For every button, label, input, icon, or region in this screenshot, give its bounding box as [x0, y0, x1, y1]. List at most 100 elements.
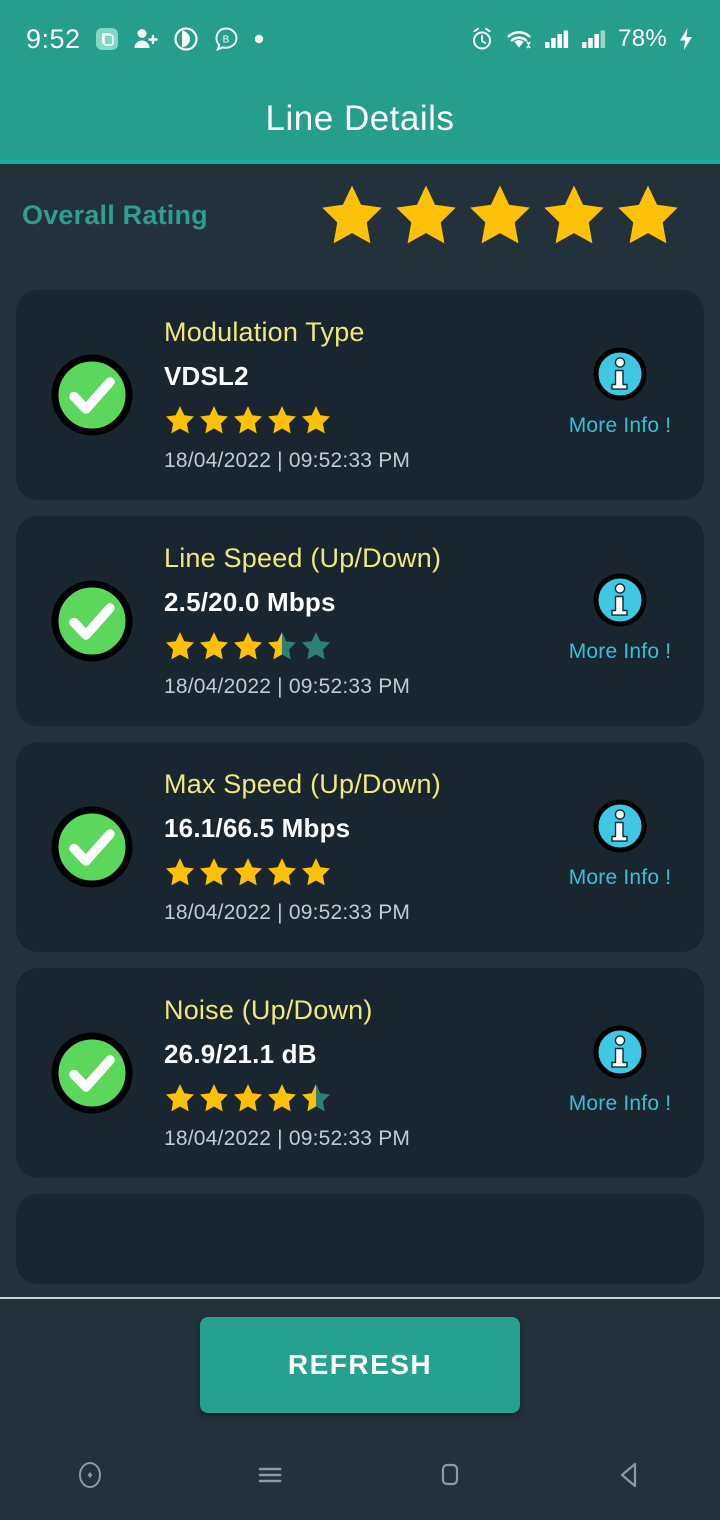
- assistant-icon[interactable]: [0, 1430, 180, 1520]
- bubble-b-icon: B: [213, 26, 239, 52]
- card-container: Modulation Type VDSL2 18/04/2022 | 09:52…: [0, 290, 720, 1284]
- line-details-list[interactable]: Modulation Type VDSL2 18/04/2022 | 09:52…: [0, 264, 720, 1297]
- status-bar-left: 9:52 B: [26, 24, 265, 55]
- card-body: Noise (Up/Down) 26.9/21.1 dB 18/04/2022 …: [150, 995, 554, 1151]
- star-full-icon: [302, 858, 330, 886]
- page-title: Line Details: [265, 99, 455, 138]
- more-info-label: More Info !: [568, 866, 672, 889]
- star-full-icon: [166, 858, 194, 886]
- card-value: VDSL2: [164, 361, 249, 391]
- card-timestamp: 18/04/2022 | 09:52:33 PM: [164, 901, 411, 924]
- wifi-icon: [505, 27, 533, 51]
- status-time: 9:52: [26, 23, 81, 54]
- star-empty-icon: [302, 632, 330, 660]
- star-half-icon: [268, 632, 296, 660]
- app-title-bar: Line Details: [0, 78, 720, 160]
- status-indicator: [34, 354, 150, 436]
- detail-card[interactable]: Max Speed (Up/Down) 16.1/66.5 Mbps 18/04…: [16, 742, 704, 952]
- star-full-icon: [234, 1084, 262, 1112]
- status-bar: 9:52 B 78%: [0, 0, 720, 78]
- card-body: Modulation Type VDSL2 18/04/2022 | 09:52…: [150, 317, 554, 473]
- star-full-icon: [234, 858, 262, 886]
- status-indicator: [34, 580, 150, 662]
- footer-bar: REFRESH: [0, 1299, 720, 1430]
- card-timestamp: 18/04/2022 | 09:52:33 PM: [164, 1127, 411, 1150]
- more-info-label: More Info !: [568, 1092, 672, 1115]
- card-rating-stars: [164, 856, 554, 888]
- overall-rating-label: Overall Rating: [22, 199, 208, 230]
- check-circle-icon: [51, 354, 133, 436]
- status-indicator: [34, 806, 150, 888]
- play-circle-icon: [173, 26, 199, 52]
- check-circle-icon: [51, 580, 133, 662]
- info-icon[interactable]: [592, 798, 648, 854]
- system-navigation-bar: [0, 1430, 720, 1520]
- star-full-icon: [234, 406, 262, 434]
- overall-rating-stars: [318, 181, 682, 249]
- star-full-icon: [234, 632, 262, 660]
- card-value: 16.1/66.5 Mbps: [164, 813, 351, 843]
- star-full-icon: [200, 1084, 228, 1112]
- dot-icon: [253, 33, 265, 45]
- card-title: Modulation Type: [164, 317, 365, 347]
- star-full-icon: [268, 1084, 296, 1112]
- star-full-icon: [166, 632, 194, 660]
- charging-bolt-icon: [678, 27, 694, 51]
- more-info-button[interactable]: More Info !: [554, 1024, 686, 1122]
- info-icon[interactable]: [592, 572, 648, 628]
- info-icon[interactable]: [592, 1024, 648, 1080]
- signal-sim1-icon: [544, 27, 570, 51]
- card-rating-stars: [164, 630, 554, 662]
- star-full-icon: [396, 185, 456, 244]
- info-icon[interactable]: [592, 346, 648, 402]
- card-body: Max Speed (Up/Down) 16.1/66.5 Mbps 18/04…: [150, 769, 554, 925]
- star-full-icon: [268, 406, 296, 434]
- battery-percentage: 78%: [618, 25, 667, 52]
- status-indicator: [34, 1032, 150, 1114]
- detail-card[interactable]: Modulation Type VDSL2 18/04/2022 | 09:52…: [16, 290, 704, 500]
- star-full-icon: [200, 406, 228, 434]
- recents-icon[interactable]: [180, 1430, 360, 1520]
- card-timestamp: 18/04/2022 | 09:52:33 PM: [164, 449, 411, 472]
- app-badge-icon: [95, 27, 119, 51]
- card-rating-stars: [164, 404, 554, 436]
- card-value: 26.9/21.1 dB: [164, 1039, 317, 1069]
- star-full-icon: [166, 1084, 194, 1112]
- star-full-icon: [618, 185, 678, 244]
- more-info-button[interactable]: More Info !: [554, 798, 686, 896]
- detail-card[interactable]: Line Speed (Up/Down) 2.5/20.0 Mbps 18/04…: [16, 516, 704, 726]
- card-title: Max Speed (Up/Down): [164, 769, 441, 799]
- back-icon[interactable]: [540, 1430, 720, 1520]
- signal-sim2-icon: [581, 27, 607, 51]
- home-icon[interactable]: [360, 1430, 540, 1520]
- card-timestamp: 18/04/2022 | 09:52:33 PM: [164, 675, 411, 698]
- card-rating-stars: [164, 1082, 554, 1114]
- alarm-icon: [470, 27, 494, 51]
- check-circle-icon: [51, 806, 133, 888]
- card-value: 2.5/20.0 Mbps: [164, 587, 336, 617]
- star-full-icon: [544, 185, 604, 244]
- more-info-button[interactable]: More Info !: [554, 346, 686, 444]
- more-info-label: More Info !: [568, 640, 672, 663]
- star-half-icon: [302, 1084, 330, 1112]
- star-full-icon: [200, 858, 228, 886]
- card-body: Line Speed (Up/Down) 2.5/20.0 Mbps 18/04…: [150, 543, 554, 699]
- overall-rating-bar: Overall Rating: [0, 164, 720, 267]
- card-title: Noise (Up/Down): [164, 995, 373, 1025]
- star-full-icon: [322, 185, 382, 244]
- check-circle-icon: [51, 1032, 133, 1114]
- star-full-icon: [268, 858, 296, 886]
- star-full-icon: [200, 632, 228, 660]
- star-full-icon: [302, 406, 330, 434]
- star-full-icon: [166, 406, 194, 434]
- detail-card-partial[interactable]: [16, 1194, 704, 1284]
- svg-text:B: B: [222, 34, 229, 45]
- card-title: Line Speed (Up/Down): [164, 543, 442, 573]
- more-info-label: More Info !: [568, 414, 672, 437]
- star-full-icon: [470, 185, 530, 244]
- detail-card[interactable]: Noise (Up/Down) 26.9/21.1 dB 18/04/2022 …: [16, 968, 704, 1178]
- more-info-button[interactable]: More Info !: [554, 572, 686, 670]
- add-contact-icon: [133, 27, 159, 51]
- refresh-button[interactable]: REFRESH: [200, 1316, 520, 1413]
- status-bar-right: 78%: [470, 25, 694, 53]
